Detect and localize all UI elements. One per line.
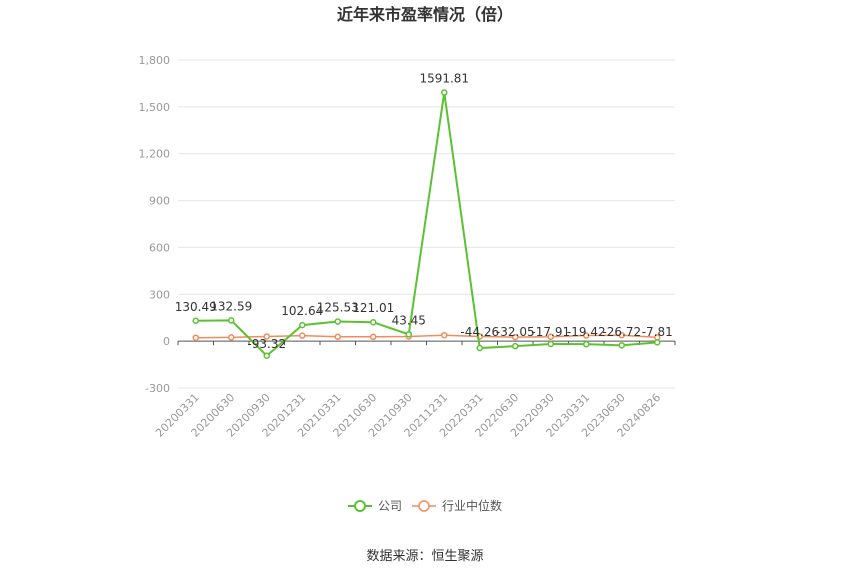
data-point[interactable] xyxy=(192,317,199,325)
data-label: -7.81 xyxy=(642,325,673,339)
data-label: -32.05 xyxy=(496,325,535,339)
data-label: -93.32 xyxy=(247,337,286,351)
data-point[interactable] xyxy=(299,321,306,329)
y-tick-label: 600 xyxy=(149,241,170,254)
data-point[interactable] xyxy=(441,331,448,339)
legend-item-industry-median[interactable]: 行业中位数 xyxy=(412,498,502,513)
y-tick-label: 300 xyxy=(149,288,170,301)
data-label: -26.72 xyxy=(602,325,641,339)
series-layer xyxy=(192,89,661,359)
chart-title: 近年来市盈率情况（倍） xyxy=(337,5,513,24)
data-point[interactable] xyxy=(618,342,625,349)
data-point[interactable] xyxy=(547,340,554,348)
y-tick-label: 900 xyxy=(149,195,170,208)
legend-marker xyxy=(418,500,430,512)
data-point[interactable] xyxy=(405,331,412,338)
legend-label: 公司 xyxy=(378,499,402,513)
data-point[interactable] xyxy=(583,340,590,348)
y-tick-label: 1,200 xyxy=(139,148,171,161)
series-line-company xyxy=(195,92,658,358)
data-point[interactable] xyxy=(228,317,235,324)
data-point[interactable] xyxy=(370,333,377,341)
data-label: -19.42 xyxy=(567,325,606,339)
data-labels: 130.49132.59-93.32102.64125.53121.0143.4… xyxy=(175,72,673,352)
legend-label: 行业中位数 xyxy=(442,498,502,513)
data-point[interactable] xyxy=(654,339,661,346)
y-tick-label: 1,800 xyxy=(139,54,171,67)
legend-marker xyxy=(354,500,366,512)
data-point[interactable] xyxy=(334,333,341,341)
data-point[interactable] xyxy=(441,89,448,96)
data-point[interactable] xyxy=(476,344,483,352)
data-label: 1591.81 xyxy=(419,72,469,86)
legend[interactable]: 公司 行业中位数 xyxy=(348,498,502,513)
data-label: -44.26 xyxy=(460,325,499,339)
data-label: 132.59 xyxy=(210,299,252,313)
data-label: -17.91 xyxy=(531,325,570,339)
pe-ratio-chart: 近年来市盈率情况（倍） -300 0 300 600 900 1,200 1,500 1,80… xyxy=(139,5,676,564)
data-point[interactable] xyxy=(228,334,235,341)
y-axis: -300 0 300 600 900 1,200 1,500 1,800 xyxy=(139,54,171,395)
y-tick-label: 0 xyxy=(163,335,170,348)
y-tick-label: 1,500 xyxy=(139,101,171,114)
data-point[interactable] xyxy=(512,342,519,350)
data-point[interactable] xyxy=(299,332,306,339)
data-point[interactable] xyxy=(334,318,341,325)
y-tick-label: -300 xyxy=(145,382,170,395)
data-point[interactable] xyxy=(192,334,199,341)
data-point[interactable] xyxy=(263,352,270,359)
x-axis: 2020033120200630202009302020123120210331… xyxy=(153,341,676,440)
data-label: 43.45 xyxy=(392,313,426,327)
legend-item-company[interactable]: 公司 xyxy=(348,499,402,513)
data-label: 121.01 xyxy=(352,301,394,315)
source-note: 数据来源：恒生聚源 xyxy=(366,549,483,564)
data-point[interactable] xyxy=(370,318,377,326)
